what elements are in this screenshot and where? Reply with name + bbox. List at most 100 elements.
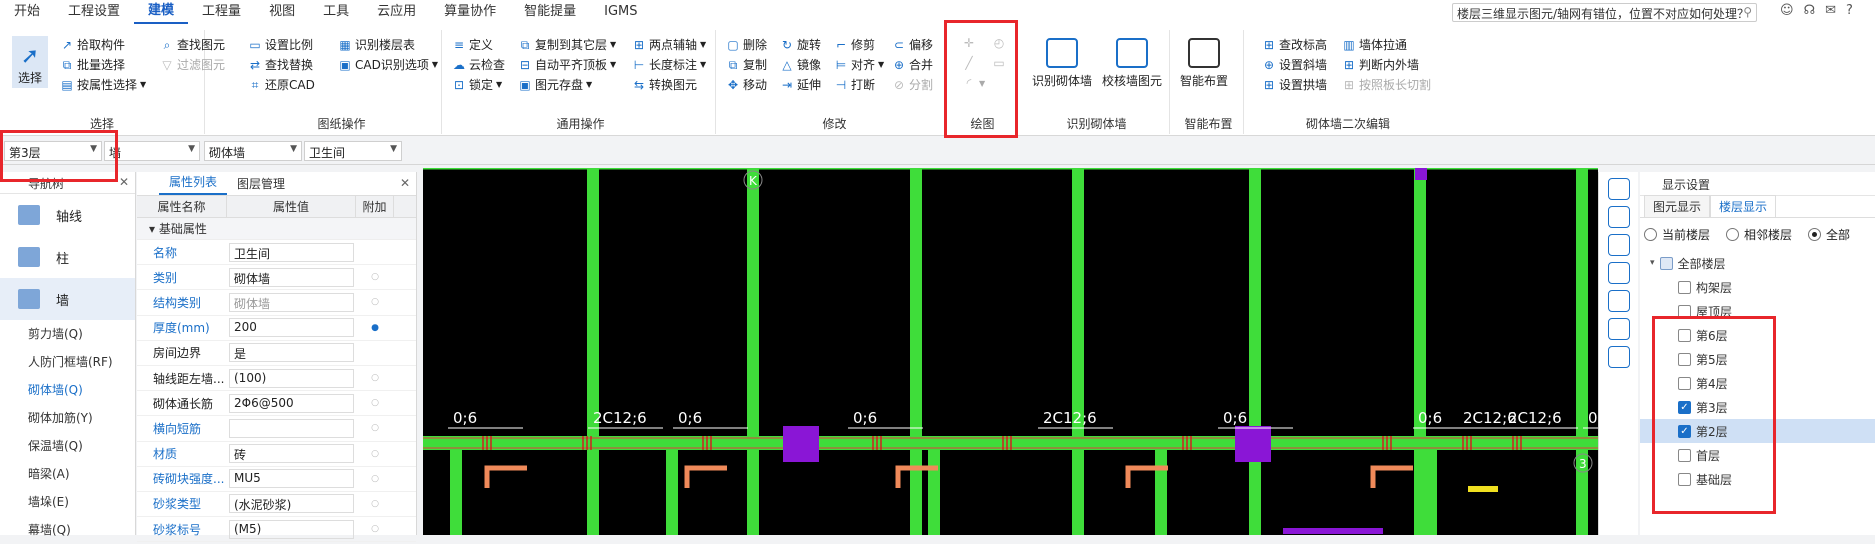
close-icon[interactable]: ✕ [119,175,129,189]
nav-item-7[interactable]: 幕墙(Q) [0,516,135,544]
length-dimension-button[interactable]: ⊢ 长度标注 ▼ [632,56,706,73]
floor-checkbox[interactable] [1678,304,1691,318]
cut-by-slab-button[interactable]: ⊞ 按照板长切割 [1342,76,1431,93]
save-element-button[interactable]: ▣ 图元存盘 ▼ [518,76,592,93]
select-by-property-button[interactable]: ▤ 按属性选择 ▼ [60,76,146,93]
floor-checkbox[interactable] [1678,280,1691,294]
find-element-button[interactable]: ⌕ 查找图元 [160,36,225,53]
chevron-down-icon[interactable]: ▾ [1650,258,1655,268]
floor-select[interactable]: 第3层 ▼ [4,141,102,161]
menu-item-9[interactable]: IGMS [590,0,651,24]
property-value-field[interactable]: (M5) [229,519,354,539]
orbit-icon[interactable] [1607,318,1630,340]
headset-icon[interactable]: ☊ [1804,3,1816,18]
pick-component-button[interactable]: ↗ 拾取构件 [60,36,125,53]
layer-view-icon[interactable] [1607,346,1630,368]
wall-extend-button[interactable]: ▥ 墙体拉通 [1342,36,1407,53]
nav-item-2[interactable]: 砌体墙(Q) [0,376,135,404]
menu-item-2[interactable]: 建模 [134,0,189,24]
floor-checkbox[interactable] [1678,352,1691,366]
find-replace-button[interactable]: ⇄ 查找替换 [248,56,313,73]
property-value-field[interactable]: 砌体墙 [229,267,354,287]
define-button[interactable]: ≡ 定义 [452,36,493,53]
root-checkbox[interactable] [1659,256,1673,270]
nav-item-1[interactable]: 人防门框墙(RF) [0,348,135,376]
property-value-field[interactable]: 2Φ6@500 [229,393,354,413]
property-add-checkbox[interactable]: ● [356,323,394,333]
cad-options-button[interactable]: ▣ CAD识别选项 ▼ [338,56,438,73]
floor-checkbox[interactable] [1678,376,1691,390]
trim-button[interactable]: ⌐ 修剪 [834,36,875,53]
offset-button[interactable]: ⊂ 偏移 [892,36,933,53]
floor-item[interactable]: ✓ 第2层 [1640,419,1875,443]
recognize-wall-button[interactable]: 识别砌体墙 [1032,38,1092,89]
floor-checkbox[interactable]: ✓ [1678,400,1691,414]
draw-rotate-point-button[interactable]: ◴ [992,36,1006,50]
3d-view-icon[interactable] [1607,206,1630,228]
tab-floor-display[interactable]: 楼层显示 [1710,195,1777,217]
property-add-checkbox[interactable]: ○ [356,499,394,509]
property-add-checkbox[interactable]: ○ [356,524,394,534]
search-icon[interactable]: ⚲ [1743,5,1752,19]
menu-item-4[interactable]: 视图 [255,0,309,24]
nav-item-3[interactable]: 砌体加筋(Y) [0,404,135,432]
draw-point-button[interactable]: ✛ [962,36,976,50]
two-point-axis-button[interactable]: ⊞ 两点辅轴 ▼ [632,36,706,53]
floor-checkbox[interactable] [1678,472,1691,486]
property-add-checkbox[interactable]: ○ [356,373,394,383]
property-add-checkbox[interactable]: ○ [356,398,394,408]
nav-category-1[interactable]: 柱 [0,236,135,278]
radio-all-floors[interactable]: 全部 [1808,226,1850,243]
slant-wall-button[interactable]: ⊕ 设置斜墙 [1262,56,1327,73]
component-select[interactable]: 卫生间 ▼ [304,141,402,161]
property-value-field[interactable]: 砌体墙 [229,292,354,312]
user-icon[interactable]: ☺ [1780,3,1794,18]
filter-element-button[interactable]: ▽ 过滤图元 [160,56,225,73]
type-select[interactable]: 墙 ▼ [104,141,200,161]
select-button[interactable]: ➚ 选择 [12,36,48,88]
draw-line-button[interactable]: ╱ [962,56,976,70]
copy-to-layer-button[interactable]: ⧉ 复制到其它层 ▼ [518,36,616,53]
check-wall-button[interactable]: 校核墙图元 [1102,38,1162,89]
nav-category-2[interactable]: 墙 [0,278,135,320]
nav-item-6[interactable]: 墙垛(E) [0,488,135,516]
section-basic[interactable]: ▾ 基础属性 [137,218,416,240]
property-value-field[interactable]: (100) [229,368,354,388]
break-button[interactable]: ⊣ 打断 [834,76,875,93]
floor-item[interactable]: 首层 [1640,443,1875,467]
menu-item-6[interactable]: 云应用 [363,0,430,24]
draw-rect-button[interactable]: ▭ [992,56,1006,70]
radio-current-floor[interactable]: 当前楼层 [1644,226,1710,243]
property-add-checkbox[interactable]: ○ [356,474,394,484]
drawing-canvas[interactable]: 0;6 2C12;6 0;6 0;6 2C12;6 0;6 0;6 2C12;6 2C12;6 0… [423,166,1658,540]
property-value-field[interactable] [229,418,354,438]
floor-checkbox[interactable] [1678,448,1691,462]
auto-align-slab-button[interactable]: ⊟ 自动平齐顶板 ▼ [518,56,616,73]
subtype-select[interactable]: 砌体墙 ▼ [204,141,302,161]
arch-wall-button[interactable]: ⊞ 设置拱墙 [1262,76,1327,93]
move-button[interactable]: ✥ 移动 [726,76,767,93]
modify-elevation-button[interactable]: ⊞ 查改标高 [1262,36,1327,53]
recognize-floor-table-button[interactable]: ▦ 识别楼层表 [338,36,415,53]
split-button[interactable]: ⊘ 分割 [892,76,933,93]
nav-item-5[interactable]: 暗梁(A) [0,460,135,488]
menu-item-0[interactable]: 开始 [0,0,54,24]
batch-select-button[interactable]: ⧉ 批量选择 [60,56,125,73]
nav-item-0[interactable]: 剪力墙(Q) [0,320,135,348]
cube-icon[interactable] [1607,262,1630,284]
radio-adjacent-floor[interactable]: 相邻楼层 [1726,226,1792,243]
top-view-icon[interactable] [1607,234,1630,256]
menu-item-1[interactable]: 工程设置 [54,0,134,24]
property-add-checkbox[interactable]: ○ [356,297,394,307]
floor-item[interactable]: 第4层 [1640,371,1875,395]
restore-cad-button[interactable]: ⌗ 还原CAD [248,76,315,93]
zoom-extent-icon[interactable] [1607,290,1630,312]
nav-category-0[interactable]: 轴线 [0,194,135,236]
property-value-field[interactable]: 是 [229,343,354,363]
property-value-field[interactable]: 卫生间 [229,242,354,262]
merge-button[interactable]: ⊕ 合并 [892,56,933,73]
tab-property-list[interactable]: 属性列表 [159,170,228,195]
tab-layer-management[interactable]: 图层管理 [227,172,295,195]
menu-item-7[interactable]: 算量协作 [430,0,510,24]
message-icon[interactable]: ✉ [1825,3,1836,18]
